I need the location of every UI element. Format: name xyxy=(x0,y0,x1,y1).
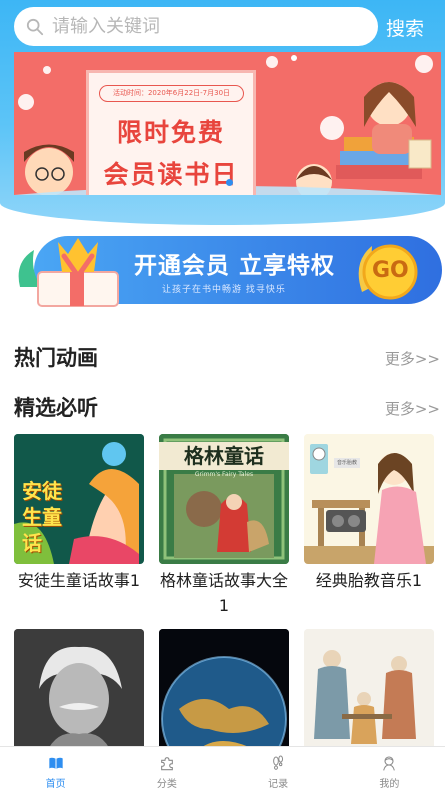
vip-subtitle: 让孩子在书中畅游 找寻快乐 xyxy=(162,285,286,295)
banner-headline-card: 活动时间：2020年6月22日-7月30日 限时免费 会员读书日 xyxy=(86,70,256,195)
section-title: 精选必听 xyxy=(14,396,98,420)
vip-title: 开通会员 立享特权 xyxy=(134,253,336,279)
book-card[interactable] xyxy=(304,629,434,759)
book-title: 格林童话故事大全1 xyxy=(159,571,288,615)
book-cover[interactable]: 格林童话 Grimm's Fairy Tales xyxy=(159,434,289,564)
section-featured-audio: 精选必听 更多>> xyxy=(14,392,440,422)
cover-title: 音乐胎教 xyxy=(336,460,357,466)
promo-banner[interactable]: 活动时间：2020年6月22日-7月30日 限时免费 会员读书日 xyxy=(14,52,441,195)
cover-illustration xyxy=(304,434,434,564)
section-hot-animation: 热门动画 更多>> xyxy=(14,342,440,372)
book-cover[interactable] xyxy=(14,629,144,759)
book-cover[interactable] xyxy=(159,629,289,759)
search-button[interactable]: 搜索 xyxy=(386,14,424,41)
search-box[interactable] xyxy=(14,7,378,46)
book-title: 经典胎教音乐1 xyxy=(315,571,423,590)
book-icon xyxy=(48,757,63,769)
banner-page-indicator[interactable] xyxy=(226,179,233,186)
tab-label: 分类 xyxy=(156,779,177,790)
banner-date: 活动时间：2020年6月22日-7月30日 xyxy=(99,85,244,102)
gift-box-icon xyxy=(18,238,119,307)
book-card[interactable] xyxy=(14,629,144,759)
banner-headline-line1: 限时免费 xyxy=(116,118,225,147)
tab-category[interactable]: 分类 xyxy=(111,747,222,790)
book-card[interactable] xyxy=(159,629,289,759)
user-icon xyxy=(383,756,396,771)
book-cover[interactable]: 安徒生童话 xyxy=(14,434,144,564)
cover-title: 格林童话 xyxy=(159,442,289,470)
search-icon xyxy=(26,18,44,35)
tab-label: 记录 xyxy=(268,779,289,790)
go-label: GO xyxy=(372,258,409,283)
cover-illustration xyxy=(304,629,434,759)
section-title: 热门动画 xyxy=(14,346,98,370)
footprint-icon xyxy=(273,755,284,770)
cover-illustration xyxy=(14,629,144,759)
tab-history[interactable]: 记录 xyxy=(223,747,334,790)
book-card[interactable]: 音乐胎教 经典胎教音乐1 xyxy=(304,434,434,593)
book-card[interactable]: 格林童话 Grimm's Fairy Tales 格林童话故事大全1 xyxy=(159,434,289,618)
tab-label: 首页 xyxy=(45,779,66,790)
book-cover[interactable]: 音乐胎教 xyxy=(304,434,434,564)
book-card[interactable]: 安徒生童话 安徒生童话故事1 xyxy=(14,434,144,593)
more-link[interactable]: 更多>> xyxy=(385,398,440,419)
vip-membership-banner[interactable]: 开通会员 立享特权 让孩子在书中畅游 找寻快乐 GO xyxy=(12,232,442,310)
puzzle-icon xyxy=(161,757,173,771)
cover-subtitle: Grimm's Fairy Tales xyxy=(194,471,254,478)
tab-label: 我的 xyxy=(379,779,400,790)
tab-profile[interactable]: 我的 xyxy=(334,747,445,790)
cover-title: 安徒生童话 xyxy=(22,479,62,555)
search-input[interactable] xyxy=(52,16,352,37)
tab-home[interactable]: 首页 xyxy=(0,747,111,790)
cover-illustration xyxy=(159,629,289,759)
bottom-tab-bar: 首页 分类 记录 我的 xyxy=(0,746,445,790)
book-title: 安徒生童话故事1 xyxy=(17,571,141,590)
app-root: 搜索 活动时间：202 xyxy=(0,0,445,790)
book-cover[interactable] xyxy=(304,629,434,759)
more-link[interactable]: 更多>> xyxy=(385,348,440,369)
